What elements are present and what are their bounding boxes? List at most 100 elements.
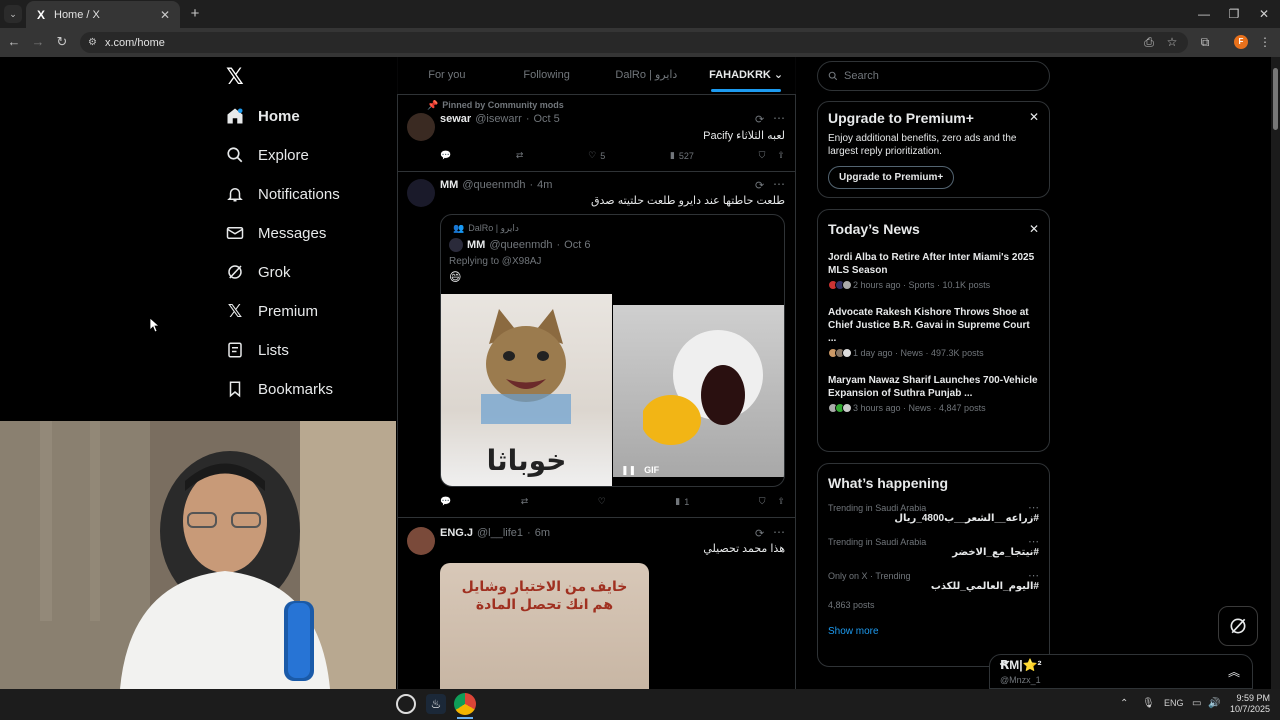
language-indicator[interactable]: ENG (1164, 698, 1184, 708)
site-info-icon[interactable]: ⚙ (88, 37, 97, 48)
more-icon[interactable]: ⋯ (773, 177, 785, 191)
avatar[interactable] (407, 113, 435, 141)
install-app-icon[interactable]: ⎙ (1140, 33, 1158, 51)
news-item[interactable]: Maryam Nawaz Sharif Launches 700-Vehicle… (828, 374, 1039, 413)
reload-button[interactable]: ↻ (52, 32, 72, 52)
volume-icon[interactable]: 🔊 (1208, 698, 1220, 709)
nav-bookmarks[interactable]: Bookmarks (226, 374, 386, 404)
forward-button[interactable]: → (28, 32, 48, 52)
author-handle[interactable]: @isewarr (475, 113, 522, 125)
grok-icon[interactable]: ⟳ (755, 179, 764, 192)
news-item[interactable]: Advocate Rakesh Kishore Throws Shoe at C… (828, 306, 1039, 358)
expand-icon[interactable]: ︽ (1228, 663, 1240, 680)
clock[interactable]: 9:59 PM 10/7/2025 (1226, 693, 1270, 715)
post-time[interactable]: 4m (537, 179, 552, 191)
scrollbar-thumb[interactable] (1273, 68, 1278, 130)
tab-following[interactable]: Following (497, 57, 597, 94)
reply-icon[interactable]: 💬 (440, 496, 451, 507)
author-handle[interactable]: @l__life1 (477, 527, 523, 539)
messages-drawer[interactable]: ꞦM|⭐² @Mnzx_1 ︽ (989, 654, 1253, 689)
show-more-link[interactable]: Show more (828, 626, 1039, 637)
obs-icon[interactable] (396, 694, 416, 714)
views-button[interactable]: ▮ 1 (675, 496, 689, 507)
back-button[interactable]: ← (4, 32, 24, 52)
author-name[interactable]: MM (440, 179, 458, 191)
profile-avatar[interactable]: F (1234, 35, 1248, 49)
chevron-up-icon[interactable]: ⌃ (1120, 698, 1128, 709)
nav-home[interactable]: Home (226, 101, 386, 131)
avatar[interactable] (449, 238, 463, 252)
post-card[interactable]: 📌 Pinned by Community mods sewar @isewar… (397, 96, 796, 172)
page-scrollbar[interactable] (1271, 57, 1280, 689)
like-button[interactable]: ♡ 5 (588, 150, 605, 161)
grok-icon[interactable]: ⟳ (755, 527, 764, 540)
trend-item[interactable]: Trending in Saudi Arabia ⋯ #نيتجا_مع_الا… (828, 535, 1039, 558)
more-icon[interactable]: ⋯ (1028, 501, 1039, 514)
more-icon[interactable]: ⋯ (1028, 569, 1039, 582)
quoted-post[interactable]: 👥 DalRo | دايرو MM @queenmdh · Oct 6 Rep… (440, 214, 785, 487)
author-name[interactable]: sewar (440, 113, 471, 125)
image-caption: خايف من الاختبار وشايل هم انك تحصل الماد… (461, 578, 628, 612)
chevron-down-icon[interactable]: ⌄ (774, 69, 783, 81)
tab-community-fahadkrk[interactable]: FAHADKRK ⌄ (696, 57, 796, 94)
close-icon[interactable]: ✕ (1029, 110, 1039, 124)
repost-icon[interactable]: ⇄ (516, 150, 524, 161)
more-icon[interactable]: ⋯ (1028, 535, 1039, 548)
minimize-button[interactable]: — (1192, 4, 1216, 24)
pause-icon[interactable]: ❚❚ (621, 465, 636, 476)
chrome-menu-icon[interactable]: ⋮ (1256, 33, 1274, 51)
x-logo-icon[interactable]: 𝕏 (226, 66, 246, 88)
bookmark-star-icon[interactable]: ☆ (1163, 33, 1181, 51)
post-image[interactable]: خايف من الاختبار وشايل هم انك تحصل الماد… (440, 563, 649, 689)
heart-icon[interactable]: ♡ (598, 496, 606, 507)
trend-item[interactable]: Only on X · Trending ⋯ #اليوم_العالمي_لل… (828, 569, 1039, 610)
post-time[interactable]: Oct 5 (534, 113, 560, 125)
trend-item[interactable]: Trending in Saudi Arabia ⋯ #زراعه__الشعر… (828, 501, 1039, 524)
views-button[interactable]: ▮ 527 (670, 150, 694, 161)
steam-icon[interactable]: ♨ (426, 694, 446, 714)
avatar[interactable] (407, 527, 435, 555)
nav-grok[interactable]: Grok (226, 257, 386, 287)
bookmark-icon[interactable]: ⛉ (759, 150, 766, 161)
news-item[interactable]: Jordi Alba to Retire After Inter Miami's… (828, 251, 1039, 290)
grok-icon[interactable]: ⟳ (755, 113, 764, 126)
cat-image[interactable]: خوباثا ههههه (441, 294, 612, 486)
avatar[interactable] (407, 179, 435, 207)
close-icon[interactable]: ✕ (1029, 222, 1039, 236)
share-icon[interactable]: ⇪ (777, 496, 785, 507)
browser-tab[interactable]: X Home / X ✕ (26, 1, 180, 28)
share-icon[interactable]: ⇪ (777, 150, 785, 161)
nav-premium[interactable]: 𝕏 Premium (226, 296, 386, 326)
maximize-button[interactable]: ❐ (1222, 4, 1246, 24)
address-bar[interactable]: ⚙ x.com/home (80, 32, 1188, 53)
post-card[interactable]: MM @queenmdh · 4m ⟳ ⋯ طلعت حاطتها عند دا… (397, 173, 796, 518)
author-name[interactable]: ENG.J (440, 527, 473, 539)
nav-lists[interactable]: Lists (226, 335, 386, 365)
nav-notifications[interactable]: Notifications (226, 179, 386, 209)
more-icon[interactable]: ⋯ (773, 525, 785, 539)
community-name[interactable]: DalRo | دايرو (468, 223, 519, 234)
more-icon[interactable]: ⋯ (773, 111, 785, 125)
tab-search-button[interactable]: ⌄ (4, 5, 22, 23)
close-window-button[interactable]: ✕ (1252, 4, 1276, 24)
author-handle[interactable]: @queenmdh (462, 179, 525, 191)
nav-explore[interactable]: Explore (226, 140, 386, 170)
search-input[interactable]: Search (817, 61, 1050, 91)
tab-for-you[interactable]: For you (397, 57, 497, 94)
tab-community-dalro[interactable]: DalRo | دايرو (597, 57, 697, 94)
grok-fab-button[interactable] (1218, 606, 1258, 646)
new-tab-button[interactable]: + (186, 5, 204, 23)
gif-image[interactable]: ❚❚ GIF (613, 305, 784, 477)
repost-icon[interactable]: ⇄ (521, 496, 529, 507)
post-time[interactable]: 6m (535, 527, 550, 539)
post-card[interactable]: ENG.J @l__life1 · 6m ⟳ ⋯ هذا محمد تحصيلي… (397, 519, 796, 689)
reply-icon[interactable]: 💬 (440, 150, 451, 161)
extensions-icon[interactable]: ⧉ (1196, 33, 1214, 51)
close-tab-icon[interactable]: ✕ (158, 8, 172, 22)
chrome-icon[interactable] (454, 693, 476, 715)
nav-messages[interactable]: Messages (226, 218, 386, 248)
upgrade-button[interactable]: Upgrade to Premium+ (828, 166, 955, 189)
microphone-icon[interactable]: 🎙 (1142, 698, 1155, 709)
bookmark-icon[interactable]: ⛉ (759, 496, 766, 507)
display-icon[interactable]: ▭ (1192, 698, 1201, 709)
